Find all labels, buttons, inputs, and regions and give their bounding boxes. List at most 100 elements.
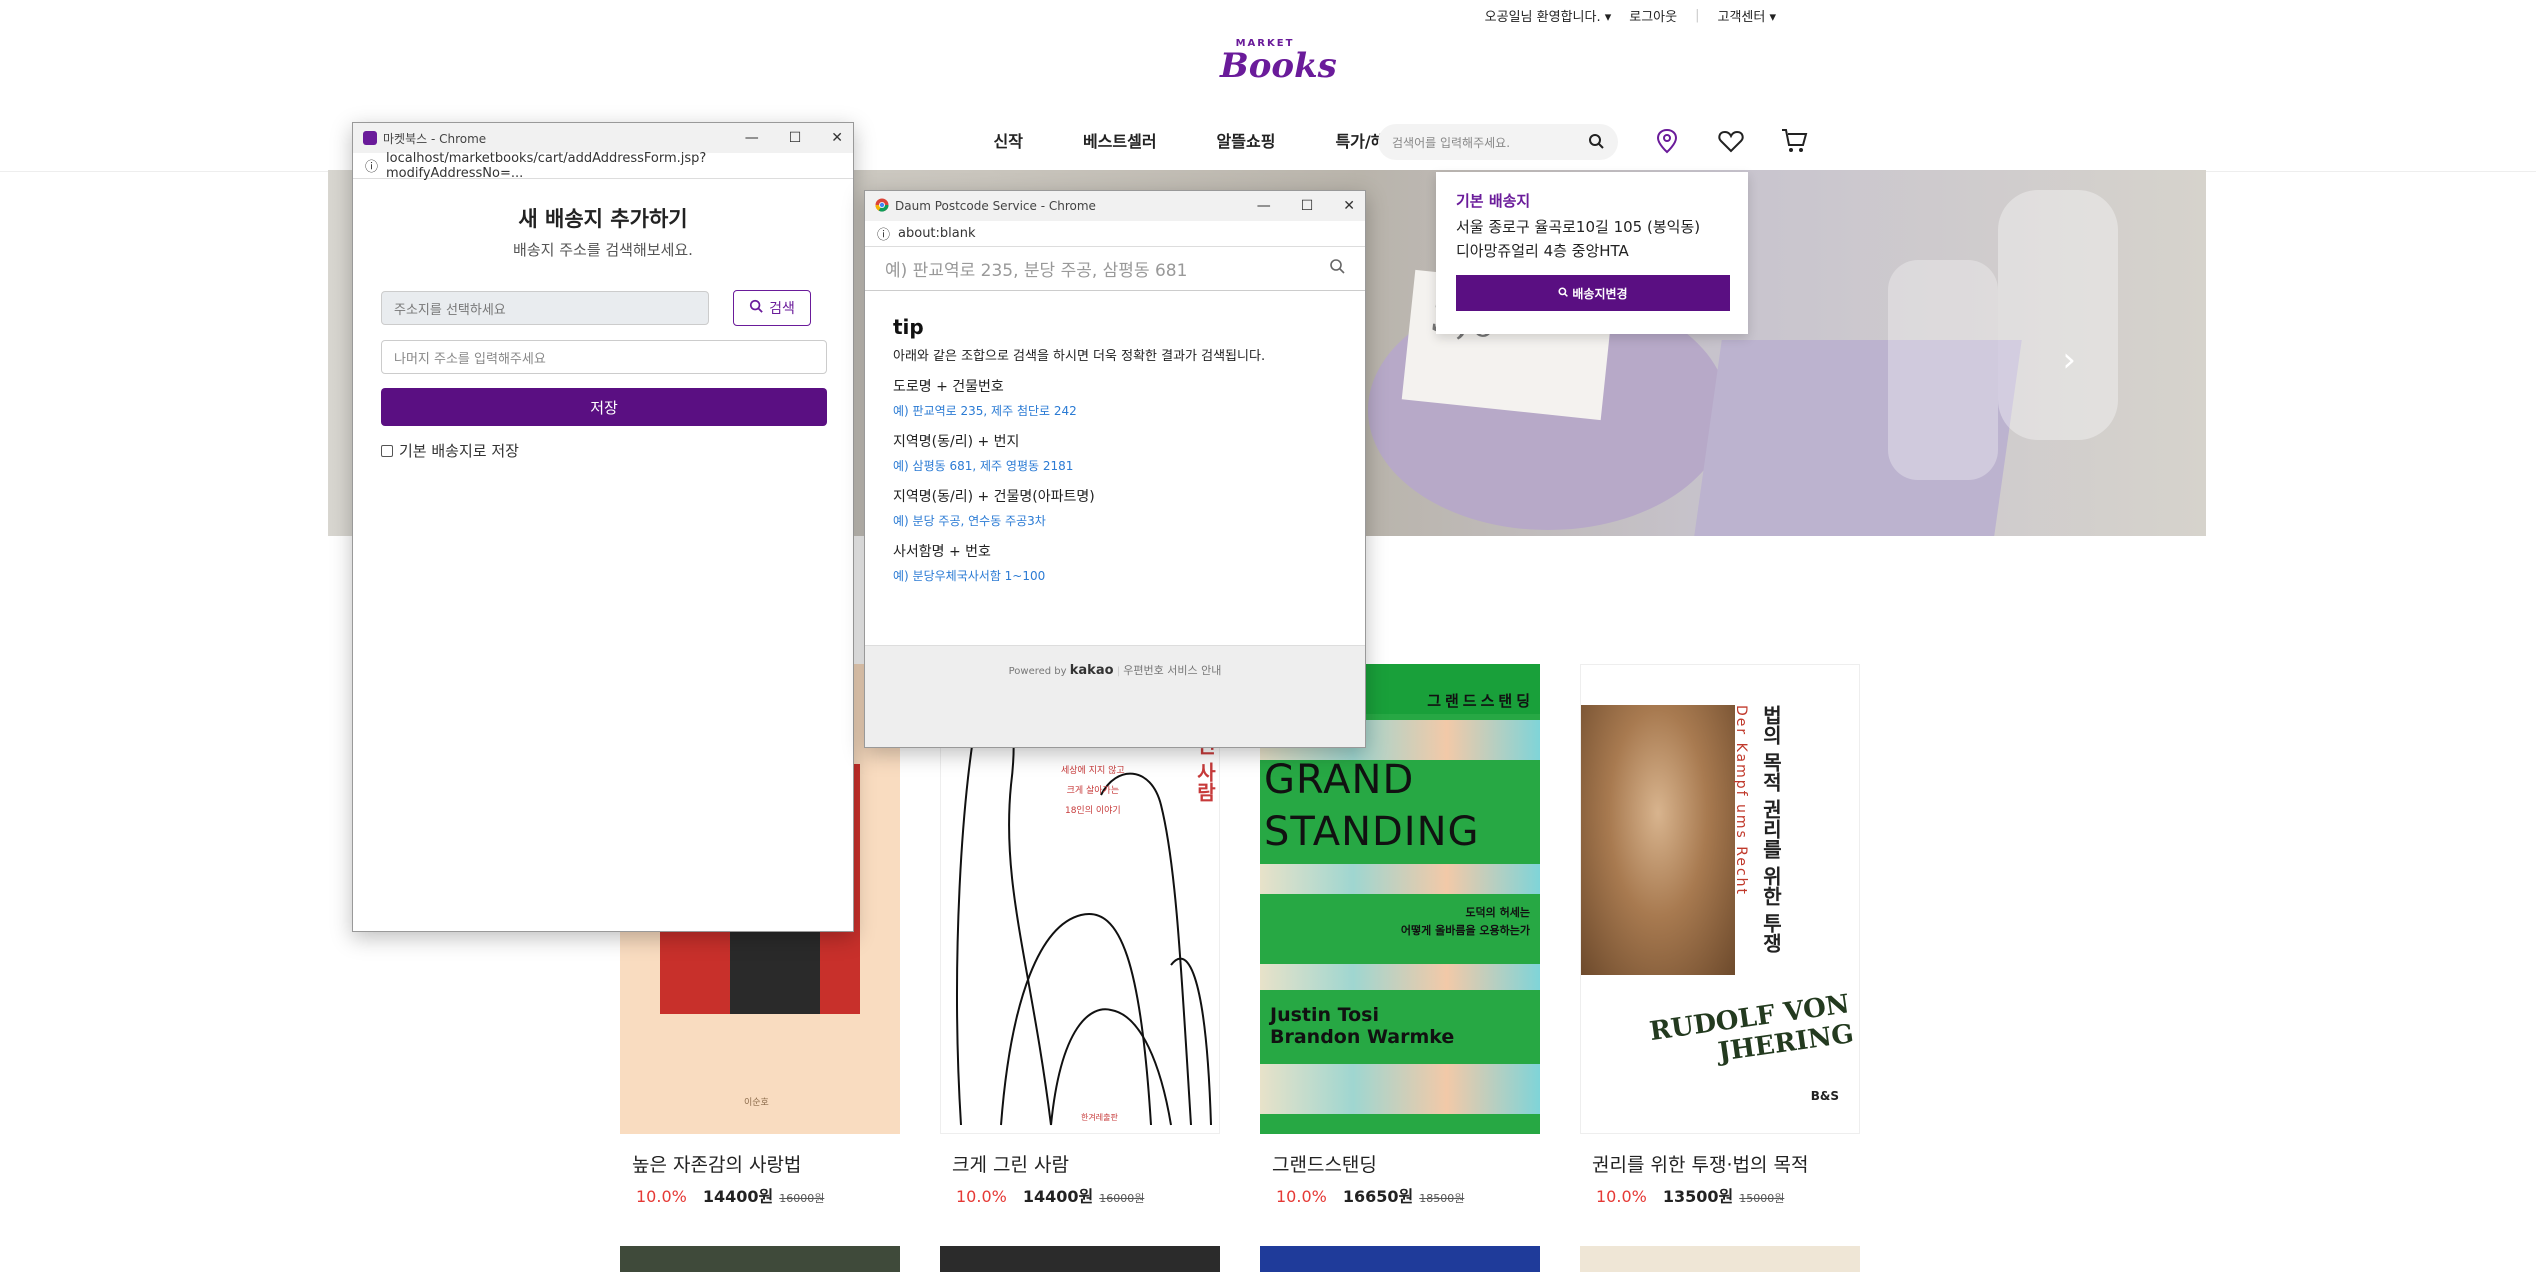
tip-group: 사서함명 + 번호 예) 분당우체국사서함 1~100 bbox=[893, 541, 1337, 584]
chrome-icon bbox=[875, 198, 889, 215]
welcome-text: 오공일님 환영합니다. bbox=[1484, 10, 1601, 25]
tip-group-example: 예) 분당 주공, 연수동 주공3차 bbox=[893, 514, 1046, 528]
caret-down-icon: ▾ bbox=[1769, 10, 1776, 25]
tip-group-head: 사서함명 + 번호 bbox=[893, 544, 991, 560]
cart-icon[interactable] bbox=[1780, 126, 1810, 156]
nav-item-new[interactable]: 신작 bbox=[993, 128, 1022, 152]
delivery-dropdown: 기본 배송지 서울 종로구 율곡로10길 105 (봉익동) 디아망쥬얼리 4층… bbox=[1436, 172, 1748, 334]
tip-group-example: 예) 삼평동 681, 제주 영평동 2181 bbox=[893, 459, 1074, 473]
tip-group: 지역명(동/리) + 번지 예) 삼평동 681, 제주 영평동 2181 bbox=[893, 431, 1337, 474]
powered-by-text: Powered by bbox=[1008, 666, 1067, 677]
book-title[interactable]: 크게 그린 사람 bbox=[952, 1150, 1220, 1177]
checkbox[interactable] bbox=[381, 444, 393, 457]
address-bar[interactable]: ⓘ about:blank bbox=[865, 221, 1365, 247]
nav-item-bestseller[interactable]: 베스트셀러 bbox=[1083, 128, 1157, 152]
address-bar[interactable]: ⓘ localhost/marketbooks/cart/addAddressF… bbox=[353, 151, 853, 181]
postcode-search-input[interactable]: 예) 판교역로 235, 분당 주공, 삼평동 681 bbox=[865, 247, 1365, 291]
close-icon[interactable]: ✕ bbox=[831, 130, 843, 146]
minimize-icon[interactable]: — bbox=[1257, 198, 1271, 214]
search-icon[interactable] bbox=[1329, 258, 1345, 279]
maximize-icon[interactable]: ☐ bbox=[789, 130, 802, 146]
cover-subtitle-line: 어떻게 올바름을 오용하는가 bbox=[1400, 924, 1530, 937]
search-icon[interactable] bbox=[1588, 133, 1604, 152]
cover-publisher: B&S bbox=[1810, 1089, 1839, 1103]
info-icon[interactable]: ⓘ bbox=[365, 156, 378, 175]
save-button[interactable]: 저장 bbox=[381, 388, 827, 426]
window-controls: — ☐ ✕ bbox=[1257, 198, 1355, 214]
customer-service-label: 고객센터 bbox=[1717, 10, 1766, 25]
hero-glass bbox=[1998, 190, 2118, 440]
detail-address-placeholder: 나머지 주소를 입력해주세요 bbox=[394, 351, 546, 367]
address-field[interactable]: 주소지를 선택하세요 bbox=[381, 291, 709, 325]
book-cover-partial[interactable] bbox=[1580, 1246, 1860, 1272]
cover-author: 이순호 bbox=[744, 1098, 769, 1108]
nav-item-bargain[interactable]: 알뜰쇼핑 bbox=[1217, 128, 1276, 152]
address-form: 새 배송지 추가하기 배송지 주소를 검색해보세요. 주소지를 선택하세요 검색… bbox=[353, 179, 853, 485]
tip-group: 도로명 + 건물번호 예) 판교역로 235, 제주 첨단로 242 bbox=[893, 376, 1337, 419]
window-titlebar[interactable]: Daum Postcode Service - Chrome — ☐ ✕ bbox=[865, 191, 1365, 221]
tip-description: 아래와 같은 조합으로 검색을 하시면 더욱 정확한 결과가 검색됩니다. bbox=[893, 349, 1266, 364]
hero-glass bbox=[1888, 260, 1998, 480]
info-icon[interactable]: ⓘ bbox=[877, 224, 890, 243]
sale-price: 16650원 bbox=[1342, 1187, 1414, 1206]
cover-color-band bbox=[1260, 864, 1540, 894]
cover-authors: Justin Tosi Brandon Warmke bbox=[1270, 1004, 1454, 1048]
search-icon bbox=[749, 299, 763, 317]
address-placeholder: 주소지를 선택하세요 bbox=[394, 302, 506, 318]
search-input[interactable]: 검색어를 입력해주세요. bbox=[1378, 124, 1618, 160]
book-price: 10.0% 14400원 16000원 bbox=[636, 1183, 900, 1207]
heart-icon[interactable] bbox=[1716, 126, 1746, 156]
sale-price: 14400원 bbox=[1022, 1187, 1094, 1206]
cover-big-title: GRAND STANDING bbox=[1264, 754, 1480, 858]
cover-blurb-line: 세상에 지지 않고 bbox=[1061, 766, 1125, 776]
original-price: 15000원 bbox=[1739, 1192, 1785, 1205]
book-cover-partial[interactable] bbox=[1260, 1246, 1540, 1272]
chevron-right-icon[interactable]: › bbox=[2062, 340, 2076, 380]
welcome-menu[interactable]: 오공일님 환영합니다. ▾ bbox=[1485, 6, 1612, 25]
postcode-window: Daum Postcode Service - Chrome — ☐ ✕ ⓘ a… bbox=[864, 190, 1366, 748]
delivery-title: 기본 배송지 bbox=[1456, 192, 1531, 210]
logout-link[interactable]: 로그아웃 bbox=[1629, 6, 1677, 25]
book-title[interactable]: 그랜드스탠딩 bbox=[1272, 1150, 1540, 1177]
site-logo[interactable]: MARKET Books bbox=[1220, 38, 1337, 90]
change-address-label: 배송지변경 bbox=[1572, 286, 1628, 301]
tip-title: tip bbox=[893, 315, 924, 339]
tip-group-head: 도로명 + 건물번호 bbox=[893, 379, 1004, 395]
cover-big-title-line: STANDING bbox=[1264, 809, 1480, 855]
book-title[interactable]: 권리를 위한 투쟁·법의 목적 bbox=[1592, 1150, 1860, 1177]
customer-service-menu[interactable]: 고객센터 ▾ bbox=[1717, 6, 1776, 25]
postcode-footer: Powered by kakao | 우편번호 서비스 안내 bbox=[865, 645, 1365, 747]
book-card[interactable]: Der Kampf ums Recht 법의 목적 권리를 위한 투쟁 RUDO… bbox=[1580, 664, 1860, 1207]
detail-address-field[interactable]: 나머지 주소를 입력해주세요 bbox=[381, 340, 827, 374]
tip-section: tip 아래와 같은 조합으로 검색을 하시면 더욱 정확한 결과가 검색됩니다… bbox=[865, 291, 1365, 608]
window-controls: — ☐ ✕ bbox=[745, 130, 843, 146]
logo-big-text: Books bbox=[1220, 46, 1337, 86]
book-price: 10.0% 16650원 18500원 bbox=[1276, 1183, 1540, 1207]
cover-color-band bbox=[1260, 1064, 1540, 1114]
window-titlebar[interactable]: 마켓북스 - Chrome — ☐ ✕ bbox=[353, 123, 853, 153]
cover-publisher: 한겨레출판 bbox=[1081, 1113, 1118, 1122]
postcode-service-link[interactable]: 우편번호 서비스 안내 bbox=[1123, 664, 1221, 677]
change-address-button[interactable]: 배송지변경 bbox=[1456, 275, 1730, 311]
book-cover-partial[interactable] bbox=[940, 1246, 1220, 1272]
book-cover[interactable]: Der Kampf ums Recht 법의 목적 권리를 위한 투쟁 RUDO… bbox=[1580, 664, 1860, 1134]
discount-rate: 10.0% bbox=[956, 1187, 1007, 1206]
original-price: 16000원 bbox=[779, 1192, 825, 1205]
maximize-icon[interactable]: ☐ bbox=[1301, 198, 1314, 214]
nav-menu: l 신작 베스트셀러 알뜰쇼핑 특가/혜택 bbox=[820, 128, 1400, 152]
cover-subtitle: 도덕의 허세는 어떻게 올바름을 오용하는가 bbox=[1401, 904, 1530, 940]
window-title: Daum Postcode Service - Chrome bbox=[895, 199, 1096, 213]
book-title[interactable]: 높은 자존감의 사랑법 bbox=[632, 1150, 900, 1177]
cover-author-line: Brandon Warmke bbox=[1270, 1026, 1455, 1048]
kakao-logo[interactable]: kakao bbox=[1070, 663, 1114, 678]
search-button[interactable]: 검색 bbox=[733, 290, 811, 326]
cover-subtitle-line: 도덕의 허세는 bbox=[1465, 906, 1530, 919]
location-pin-icon[interactable] bbox=[1652, 126, 1682, 156]
minimize-icon[interactable]: — bbox=[745, 130, 759, 146]
default-address-checkbox[interactable]: 기본 배송지로 저장 bbox=[381, 440, 825, 461]
book-cover-partial[interactable] bbox=[620, 1246, 900, 1272]
tip-group: 지역명(동/리) + 건물명(아파트명) 예) 분당 주공, 연수동 주공3차 bbox=[893, 486, 1337, 529]
tip-group-head: 지역명(동/리) + 건물명(아파트명) bbox=[893, 489, 1095, 505]
close-icon[interactable]: ✕ bbox=[1343, 198, 1355, 214]
sale-price: 14400원 bbox=[702, 1187, 774, 1206]
